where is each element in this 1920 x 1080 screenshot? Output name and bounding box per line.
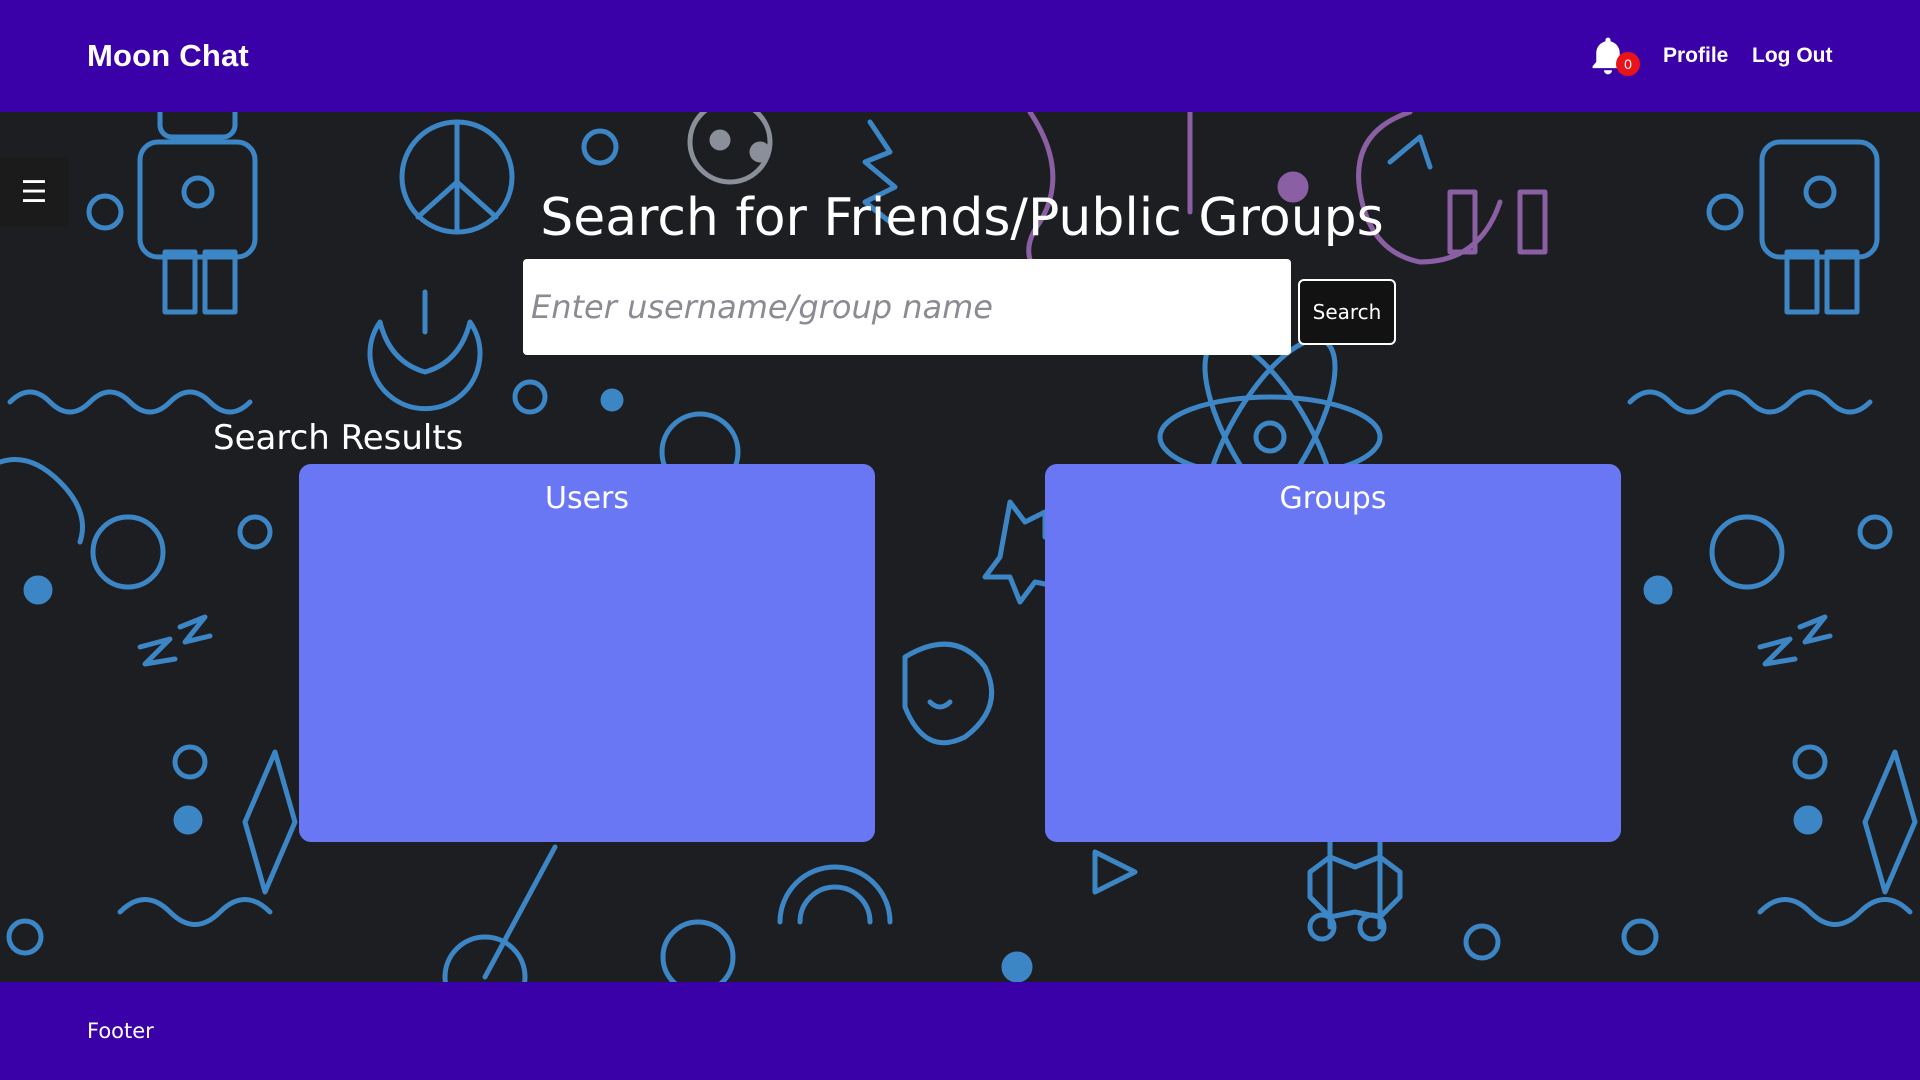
search-input[interactable] [523, 259, 1291, 355]
hamburger-menu-icon[interactable]: ☰ [0, 157, 68, 227]
users-results-panel: Users [299, 464, 875, 842]
footer-text: Footer [87, 1019, 154, 1043]
nav-right-group: 0 Profile Log Out [1520, 0, 1920, 112]
search-results-heading: Search Results [213, 418, 464, 458]
brand-logo[interactable]: Moon Chat [87, 38, 249, 74]
notification-badge: 0 [1616, 52, 1640, 76]
logout-link[interactable]: Log Out [1752, 44, 1832, 68]
page-title: Search for Friends/Public Groups [0, 188, 1920, 248]
search-button[interactable]: Search [1298, 279, 1396, 345]
users-panel-title: Users [544, 481, 629, 516]
groups-results-panel: Groups [1045, 464, 1621, 842]
page-title-text: Search for Friends/Public Groups [540, 188, 1384, 248]
groups-panel-title: Groups [1279, 481, 1387, 516]
profile-link[interactable]: Profile [1663, 44, 1728, 68]
page-footer: Footer [0, 982, 1920, 1080]
top-navbar: Moon Chat 0 Profile Log Out [0, 0, 1920, 112]
